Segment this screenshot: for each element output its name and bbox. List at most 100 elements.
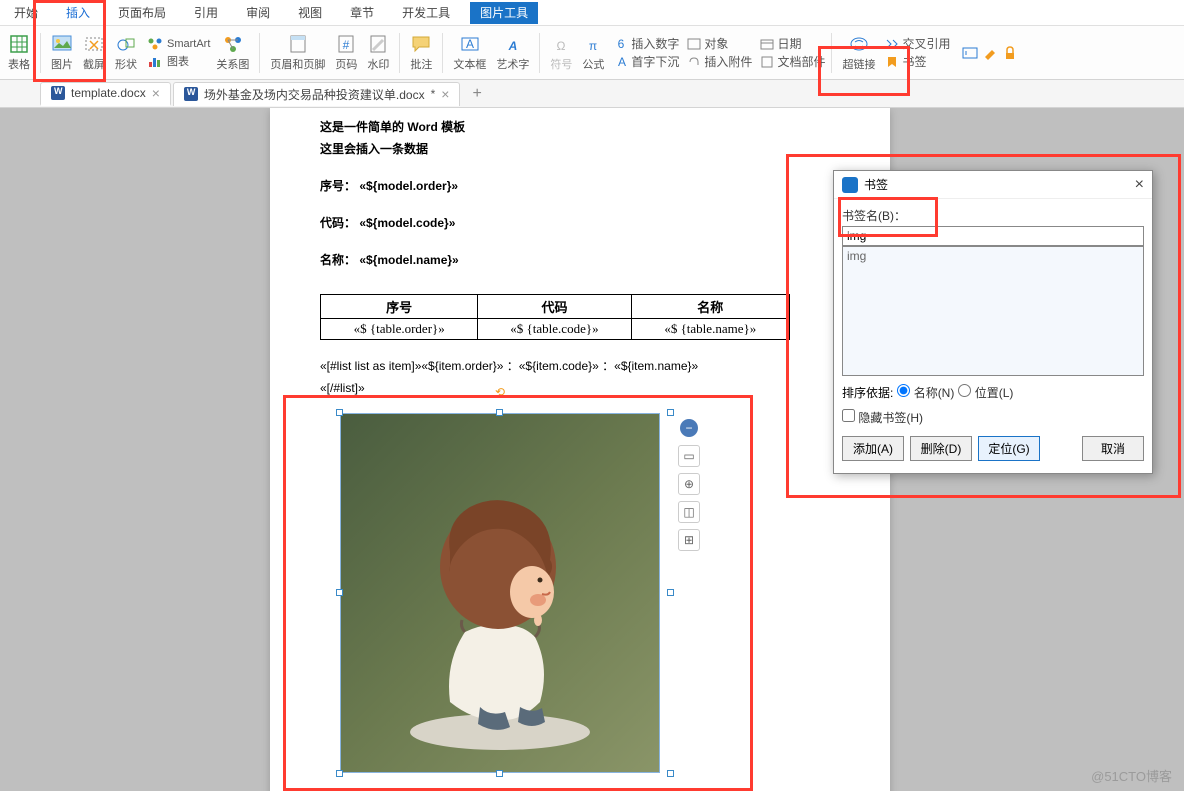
close-icon[interactable]: ×: [152, 85, 160, 101]
crop-icon[interactable]: ◫: [678, 501, 700, 523]
close-icon[interactable]: ×: [441, 86, 449, 102]
selected-image[interactable]: ⟲ −: [330, 405, 670, 785]
btn-xref[interactable]: 交叉引用: [885, 35, 950, 52]
doc-line: 名称： «${model.name}»: [320, 249, 840, 271]
word-icon: [184, 87, 198, 101]
form-field-icon[interactable]: [962, 45, 978, 61]
btn-add[interactable]: 添加(A): [842, 436, 904, 461]
pagenum-icon: #: [336, 34, 356, 54]
add-tab[interactable]: +: [462, 85, 491, 103]
tab-view[interactable]: 视图: [284, 0, 336, 26]
object-icon: [687, 38, 701, 50]
bookmark-name-input[interactable]: [842, 226, 1144, 246]
relation-icon: [223, 34, 243, 54]
tab-dev[interactable]: 开发工具: [388, 0, 464, 26]
date-icon: [760, 38, 774, 50]
btn-delete[interactable]: 删除(D): [910, 436, 972, 461]
radio-name[interactable]: 名称(N): [897, 384, 954, 401]
boy-illustration: [390, 472, 610, 752]
btn-wordart[interactable]: A艺术字: [492, 32, 533, 74]
chart-icon: [147, 54, 163, 68]
btn-comment[interactable]: 批注: [406, 32, 436, 74]
document-tabs: template.docx × 场外基金及场内交易品种投资建议单.docx * …: [0, 80, 1184, 108]
btn-chart[interactable]: 图表: [147, 53, 210, 69]
attach-icon: [687, 56, 701, 68]
btn-table[interactable]: 表格: [4, 32, 34, 74]
svg-text:π: π: [589, 39, 597, 53]
btn-screenshot[interactable]: 截屏: [79, 32, 109, 74]
bookmark-list[interactable]: img: [842, 246, 1144, 376]
btn-formula[interactable]: π公式: [578, 32, 608, 74]
watermark: @51CTO博客: [1091, 766, 1172, 785]
btn-relation[interactable]: 关系图: [212, 32, 253, 74]
radio-pos[interactable]: 位置(L): [958, 384, 1013, 401]
svg-text:Ω: Ω: [557, 39, 566, 53]
tab-start[interactable]: 开始: [0, 0, 52, 26]
header-icon: [288, 34, 308, 54]
doc-table: 序号代码名称 «$ {table.order}»«$ {table.code}»…: [320, 294, 790, 340]
btn-picture[interactable]: 图片: [47, 32, 77, 74]
btn-bookmark[interactable]: 书签: [885, 53, 950, 70]
close-icon[interactable]: ×: [1135, 176, 1144, 194]
picture-icon: [52, 34, 72, 54]
btn-textbox[interactable]: A文本框: [449, 32, 490, 74]
document-page[interactable]: 这是一件简单的 Word 模板 这里会插入一条数据 序号： «${model.o…: [270, 108, 890, 791]
xref-icon: [885, 38, 899, 50]
check-hide[interactable]: 隐藏书签(H): [842, 409, 923, 426]
ribbon: 表格 图片 截屏 形状 SmartArt 图表 关系图 页眉和页脚 #页码 水印…: [0, 26, 1184, 80]
btn-insnum[interactable]: 6插入数字: [614, 35, 679, 52]
btn-object[interactable]: 对象: [687, 35, 752, 52]
svg-text:A: A: [466, 37, 474, 51]
rotate-handle[interactable]: ⟲: [495, 385, 505, 399]
ribbon-tabs: 开始 插入 页面布局 引用 审阅 视图 章节 开发工具 图片工具: [0, 0, 1184, 26]
zoom-icon[interactable]: ⊕: [678, 473, 700, 495]
watermark-icon: [368, 34, 388, 54]
comment-icon: [411, 34, 431, 54]
tab-insert[interactable]: 插入: [52, 0, 104, 26]
collapse-icon[interactable]: −: [680, 419, 698, 437]
btn-pagenum[interactable]: #页码: [331, 32, 361, 74]
dialog-title: 书签: [864, 176, 888, 193]
doc-tab-template[interactable]: template.docx ×: [40, 82, 171, 106]
btn-smartart[interactable]: SmartArt: [147, 37, 210, 51]
btn-docpart[interactable]: 文档部件: [760, 53, 825, 70]
svg-text:A: A: [508, 39, 518, 53]
doc-line: 这里会插入一条数据: [320, 138, 840, 160]
number-icon: 6: [614, 38, 628, 50]
screenshot-icon: [84, 34, 104, 54]
tab-picture-tools[interactable]: 图片工具: [470, 2, 538, 24]
btn-date[interactable]: 日期: [760, 35, 825, 52]
svg-text:#: #: [343, 38, 350, 52]
doc-line: 这是一件简单的 Word 模板: [320, 116, 840, 138]
app-icon: [842, 177, 858, 193]
more-icon[interactable]: ⊞: [678, 529, 700, 551]
tab-ref[interactable]: 引用: [180, 0, 232, 26]
btn-watermark[interactable]: 水印: [363, 32, 393, 74]
btn-symbol[interactable]: Ω符号: [546, 32, 576, 74]
btn-cancel[interactable]: 取消: [1082, 436, 1144, 461]
btn-shape[interactable]: 形状: [111, 32, 141, 74]
lock-icon[interactable]: [1002, 45, 1018, 61]
shape-icon: [116, 34, 136, 54]
eraser-icon[interactable]: [982, 45, 998, 61]
bookmark-icon: [885, 56, 899, 68]
word-icon: [51, 86, 65, 100]
svg-text:6: 6: [618, 38, 625, 50]
doc-line: 序号： «${model.order}»: [320, 175, 840, 197]
doc-line: «[/#list]»: [320, 377, 840, 399]
btn-attach[interactable]: 插入附件: [687, 53, 752, 70]
doc-tab-other[interactable]: 场外基金及场内交易品种投资建议单.docx * ×: [173, 82, 461, 106]
table-icon: [9, 34, 29, 54]
symbol-icon: Ω: [551, 34, 571, 54]
tab-review[interactable]: 审阅: [232, 0, 284, 26]
tab-layout[interactable]: 页面布局: [104, 0, 180, 26]
btn-indent[interactable]: A首字下沉: [614, 53, 679, 70]
tab-chapter[interactable]: 章节: [336, 0, 388, 26]
docpart-icon: [760, 56, 774, 68]
btn-goto[interactable]: 定位(G): [978, 436, 1040, 461]
btn-hyperlink[interactable]: 超链接: [838, 32, 879, 74]
formula-icon: π: [583, 34, 603, 54]
svg-text:A: A: [618, 56, 626, 68]
btn-header[interactable]: 页眉和页脚: [266, 32, 329, 74]
layout-icon[interactable]: ▭: [678, 445, 700, 467]
